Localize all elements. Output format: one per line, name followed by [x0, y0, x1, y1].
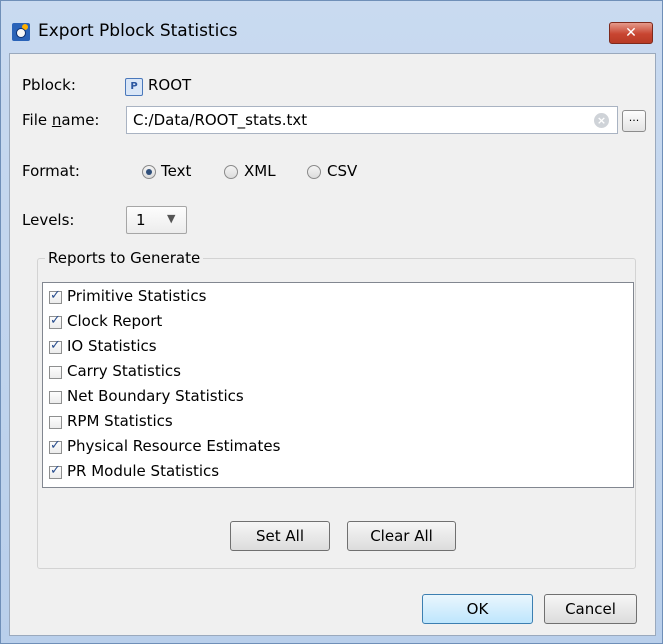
set-all-button[interactable]: Set All	[230, 521, 330, 551]
report-item[interactable]: PR Module Statistics	[49, 462, 609, 486]
report-item-label: Physical Resource Estimates	[67, 437, 281, 455]
report-item[interactable]: Primitive Statistics	[49, 287, 609, 311]
dialog-title: Export Pblock Statistics	[38, 21, 238, 41]
ok-button[interactable]: OK	[422, 594, 533, 624]
browse-button[interactable]: ...	[622, 110, 646, 132]
report-item[interactable]: Carry Statistics	[49, 362, 609, 386]
close-button[interactable]: ✕	[609, 22, 653, 44]
title-bar[interactable]: Export Pblock Statistics ✕	[1, 1, 662, 53]
report-item-label: Clock Report	[67, 312, 163, 330]
radio-text-icon[interactable]	[142, 165, 156, 179]
cancel-button[interactable]: Cancel	[544, 594, 637, 624]
radio-csv-icon[interactable]	[307, 165, 321, 179]
app-icon	[12, 23, 30, 41]
pblock-icon: P	[125, 78, 143, 96]
chevron-down-icon: ▼	[167, 212, 176, 225]
file-name-value: C:/Data/ROOT_stats.txt	[133, 111, 308, 129]
checkbox-icon[interactable]	[49, 463, 62, 479]
report-item-label: RPM Statistics	[67, 412, 173, 430]
file-name-label: File name:	[22, 111, 100, 129]
checkbox-icon[interactable]	[49, 416, 62, 429]
radio-csv-label: CSV	[327, 162, 358, 180]
reports-group-title: Reports to Generate	[45, 249, 204, 267]
reports-list: Primitive Statistics Clock Report IO Sta…	[42, 282, 634, 488]
report-item-label: Net Boundary Statistics	[67, 387, 244, 405]
radio-text-label: Text	[161, 162, 192, 180]
pblock-value: ROOT	[148, 76, 192, 94]
radio-xml-label: XML	[244, 162, 276, 180]
checkbox-icon[interactable]	[49, 391, 62, 404]
report-item[interactable]: Clock Report	[49, 312, 609, 336]
dialog-body: Pblock: P ROOT File name: C:/Data/ROOT_s…	[9, 53, 656, 636]
report-item-label: IO Statistics	[67, 337, 157, 355]
file-name-input[interactable]: C:/Data/ROOT_stats.txt ×	[126, 106, 618, 134]
report-item[interactable]: Net Boundary Statistics	[49, 387, 609, 411]
checkbox-icon[interactable]	[49, 288, 62, 304]
pblock-label: Pblock:	[22, 76, 76, 94]
report-item-label: Carry Statistics	[67, 362, 181, 380]
levels-dropdown[interactable]: 1 ▼	[126, 206, 187, 234]
report-item[interactable]: RPM Statistics	[49, 412, 609, 436]
radio-xml-icon[interactable]	[224, 165, 238, 179]
report-item-label: Primitive Statistics	[67, 287, 207, 305]
report-item[interactable]: Physical Resource Estimates	[49, 437, 609, 461]
format-label: Format:	[22, 162, 80, 180]
clear-icon[interactable]: ×	[594, 113, 609, 128]
report-item-label: PR Module Statistics	[67, 462, 220, 480]
dialog-window: Export Pblock Statistics ✕ Pblock: P ROO…	[0, 0, 663, 644]
levels-value: 1	[136, 211, 146, 229]
checkbox-icon[interactable]	[49, 313, 62, 329]
report-item[interactable]: IO Statistics	[49, 337, 609, 361]
checkbox-icon[interactable]	[49, 338, 62, 354]
checkbox-icon[interactable]	[49, 366, 62, 379]
levels-label: Levels:	[22, 211, 75, 229]
clear-all-button[interactable]: Clear All	[347, 521, 456, 551]
checkbox-icon[interactable]	[49, 438, 62, 454]
